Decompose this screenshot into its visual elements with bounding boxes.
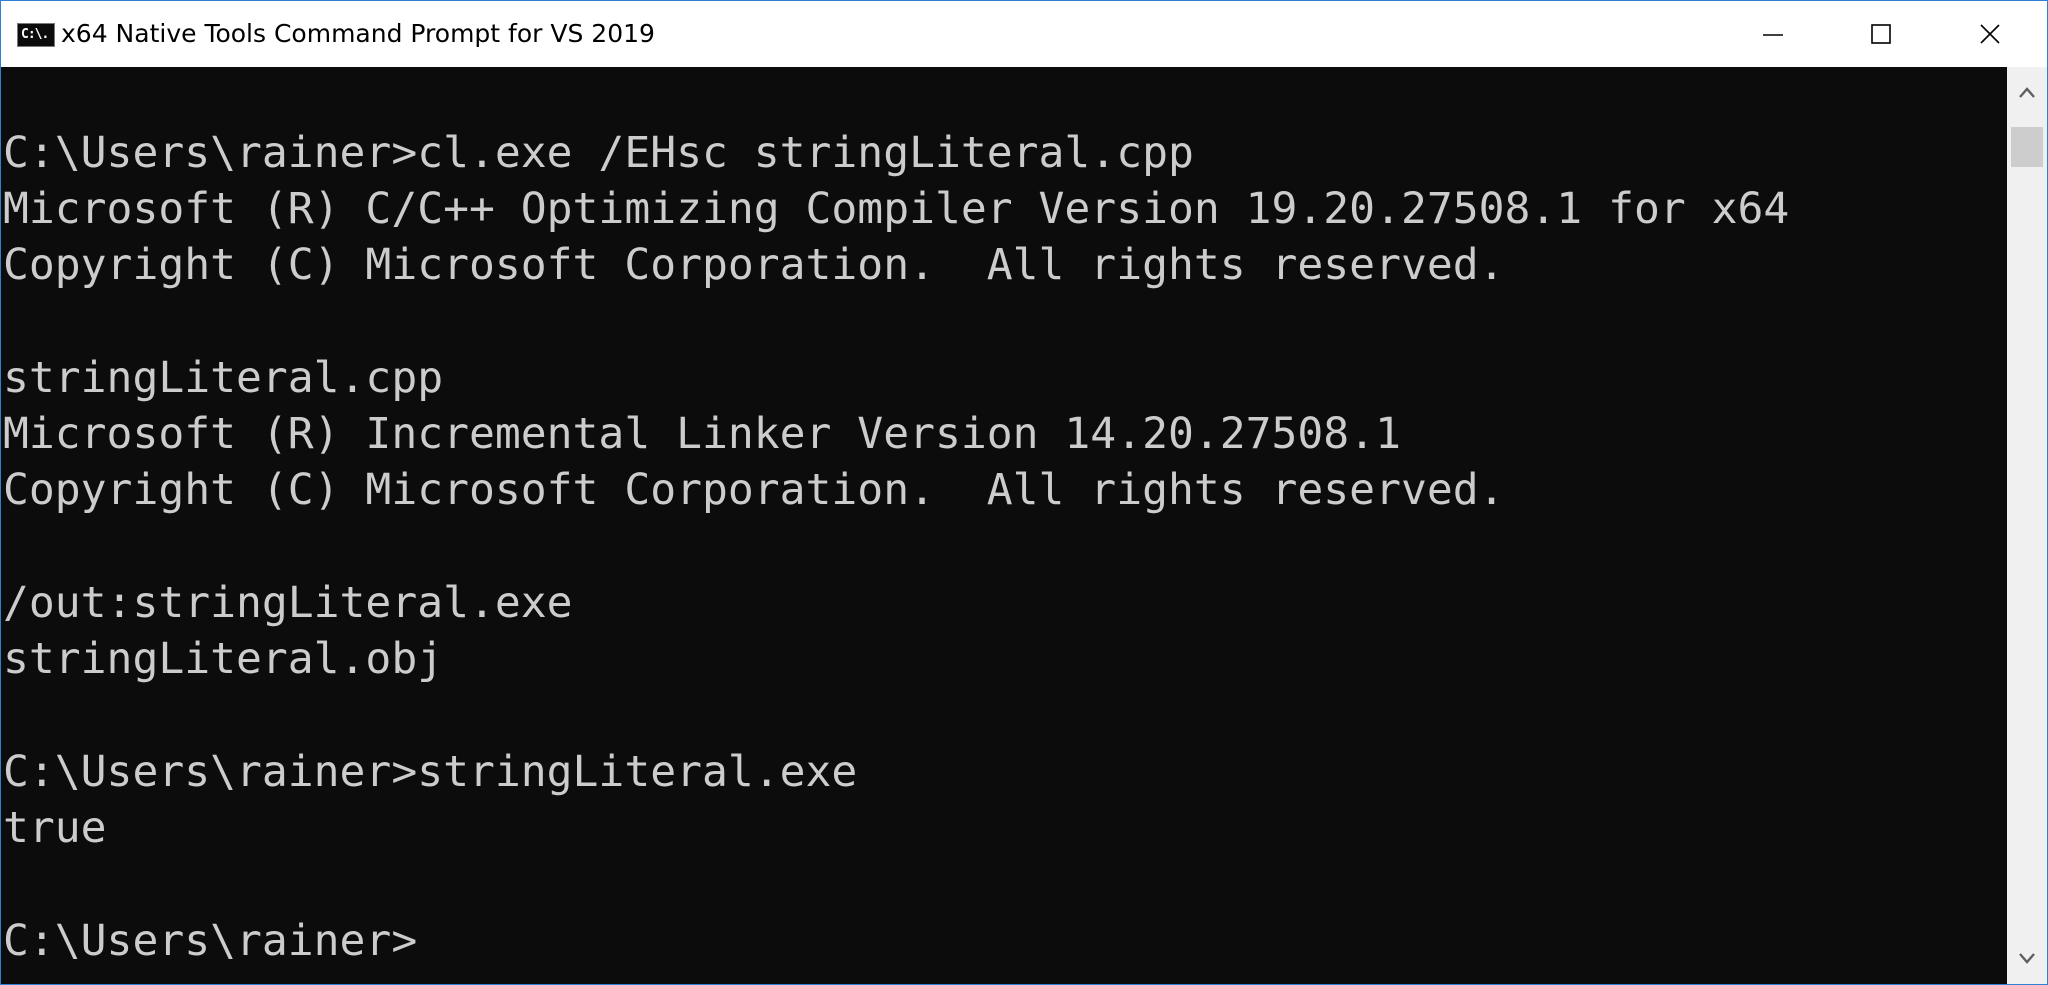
console-line: C:\Users\rainer>stringLiteral.exe (3, 747, 858, 797)
chevron-up-icon (2019, 87, 2035, 98)
window-title: x64 Native Tools Command Prompt for VS 2… (61, 19, 655, 48)
console-line: Microsoft (R) Incremental Linker Version… (3, 409, 1401, 459)
console-output[interactable]: C:\Users\rainer>cl.exe /EHsc stringLiter… (1, 67, 2007, 984)
scroll-up-button[interactable] (2007, 67, 2047, 119)
scroll-down-button[interactable] (2007, 932, 2047, 984)
console-line: Microsoft (R) C/C++ Optimizing Compiler … (3, 184, 1790, 234)
chevron-down-icon (2019, 953, 2035, 964)
console-line: stringLiteral.cpp (3, 353, 444, 403)
title-bar[interactable]: C:\. x64 Native Tools Command Prompt for… (1, 1, 2047, 67)
console-icon[interactable]: C:\. (17, 23, 55, 47)
close-icon (1980, 24, 2000, 44)
console-icon-label: C:\. (21, 27, 49, 42)
minimize-icon (1763, 34, 1783, 36)
console-window: C:\. x64 Native Tools Command Prompt for… (0, 0, 2048, 985)
close-button[interactable] (1935, 1, 2047, 67)
minimize-button[interactable] (1719, 1, 1827, 67)
console-line: /out:stringLiteral.exe (3, 578, 573, 628)
console-line: true (3, 803, 107, 853)
console-line: stringLiteral.obj (3, 634, 444, 684)
console-line: C:\Users\rainer>cl.exe /EHsc stringLiter… (3, 128, 1194, 178)
maximize-button[interactable] (1827, 1, 1935, 67)
scroll-thumb[interactable] (2011, 127, 2043, 167)
command-prompt[interactable]: C:\Users\rainer> (3, 913, 417, 969)
console-line: Copyright (C) Microsoft Corporation. All… (3, 465, 1505, 515)
console-line: Copyright (C) Microsoft Corporation. All… (3, 240, 1505, 290)
vertical-scrollbar[interactable] (2007, 67, 2047, 984)
maximize-icon (1871, 24, 1891, 44)
